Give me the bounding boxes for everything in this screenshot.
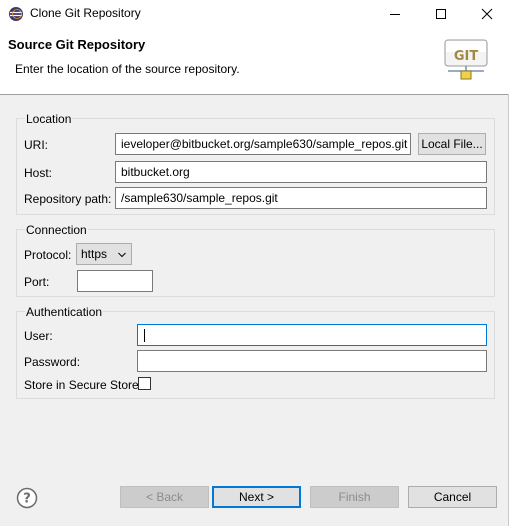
port-input[interactable]	[77, 270, 153, 292]
connection-group-title: Connection	[25, 223, 88, 237]
cancel-button[interactable]: Cancel	[408, 486, 497, 508]
page-title: Source Git Repository	[8, 37, 146, 52]
window-title: Clone Git Repository	[30, 6, 141, 20]
wizard-banner: Source Git Repository Enter the location…	[0, 28, 513, 95]
maximize-icon	[436, 9, 446, 19]
minimize-icon	[390, 14, 400, 15]
port-label: Port:	[24, 275, 50, 289]
local-file-button[interactable]: Local File...	[418, 133, 486, 155]
next-button[interactable]: Next >	[212, 486, 301, 508]
svg-text:?: ?	[23, 492, 31, 507]
store-in-secure-store-checkbox[interactable]	[138, 377, 151, 390]
eclipse-icon	[8, 6, 24, 22]
title-bar: Clone Git Repository	[0, 0, 513, 28]
chevron-down-icon	[118, 252, 126, 258]
help-icon[interactable]: ?	[16, 487, 38, 509]
protocol-label: Protocol:	[24, 248, 72, 262]
protocol-dropdown[interactable]: https	[76, 243, 132, 265]
user-label: User:	[24, 329, 53, 343]
git-logo: GIT	[444, 39, 488, 81]
authentication-group-title: Authentication	[25, 305, 104, 319]
text-caret	[144, 329, 145, 342]
back-button[interactable]: < Back	[120, 486, 209, 508]
repository-path-label: Repository path:	[24, 192, 112, 206]
uri-input[interactable]: ieveloper@bitbucket.org/sample630/sample…	[115, 133, 411, 155]
repository-path-input[interactable]: /sample630/sample_repos.git	[115, 187, 487, 209]
user-input[interactable]	[137, 324, 487, 346]
location-group-title: Location	[25, 112, 73, 126]
store-in-secure-store-label: Store in Secure Store	[24, 378, 139, 392]
maximize-button[interactable]	[421, 0, 461, 28]
protocol-selected-value: https	[81, 247, 108, 261]
uri-label: URI:	[24, 138, 48, 152]
host-input[interactable]: bitbucket.org	[115, 161, 487, 183]
minimize-button[interactable]	[375, 0, 415, 28]
password-input[interactable]	[137, 350, 487, 372]
close-button[interactable]	[467, 0, 507, 28]
git-logo-text: GIT	[454, 49, 479, 64]
window-edge	[508, 94, 513, 526]
host-label: Host:	[24, 166, 53, 180]
password-label: Password:	[24, 355, 81, 369]
page-description: Enter the location of the source reposit…	[15, 62, 240, 76]
finish-button[interactable]: Finish	[310, 486, 399, 508]
close-icon	[481, 8, 493, 20]
